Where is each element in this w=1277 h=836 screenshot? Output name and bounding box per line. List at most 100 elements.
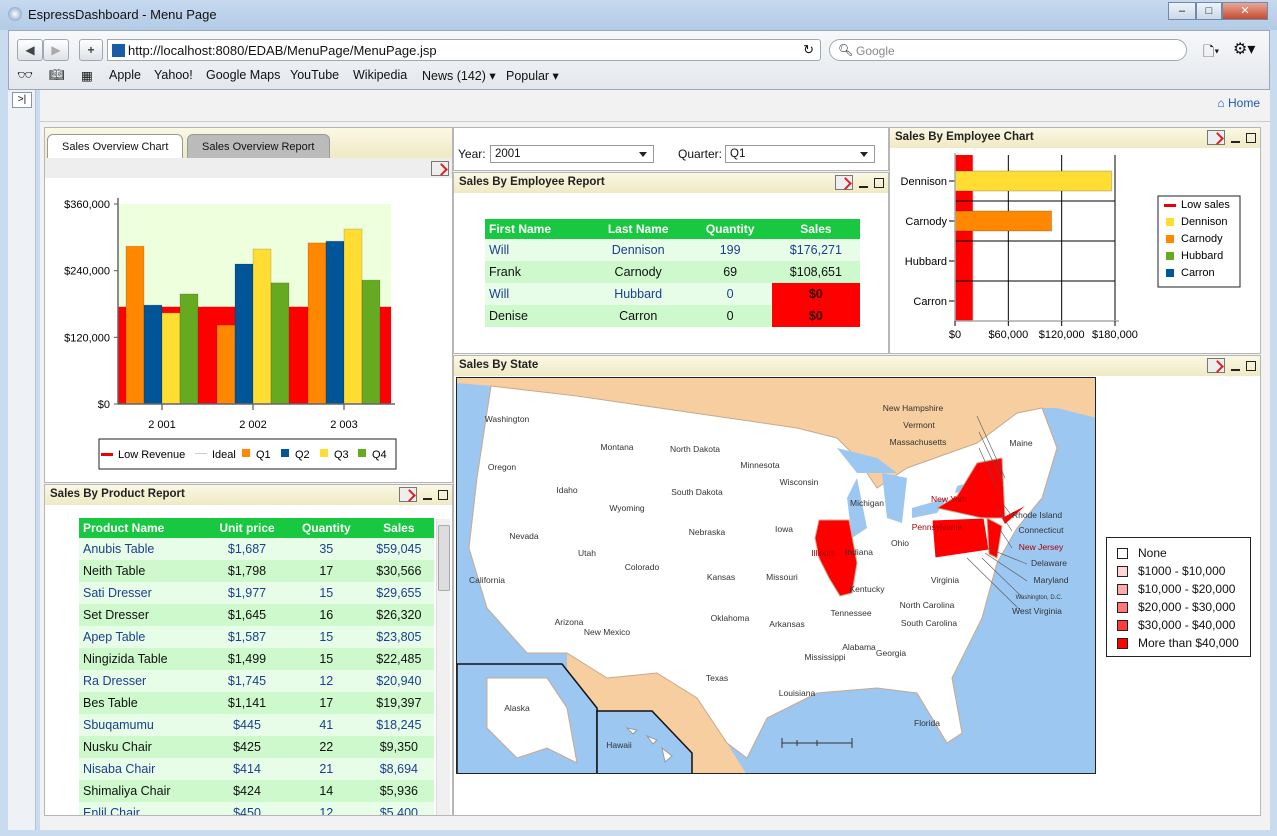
maximize-button[interactable]: □ bbox=[1196, 2, 1222, 20]
table-row: Ra Dresser $1,745 12 $20,940 bbox=[79, 670, 434, 692]
legend-swatch bbox=[242, 449, 250, 457]
x-tick-label: $120,000 bbox=[1039, 329, 1085, 341]
table-cell: $8,694 bbox=[363, 758, 434, 780]
state-label: North Carolina bbox=[900, 600, 955, 610]
search-input[interactable]: 🔍︎ Google bbox=[829, 39, 1187, 61]
table-cell: 17 bbox=[288, 692, 364, 714]
state-label: New Mexico bbox=[584, 627, 631, 637]
legend-swatch bbox=[195, 453, 207, 454]
table-row: Apep Table $1,587 15 $23,805 bbox=[79, 626, 434, 648]
address-bar[interactable]: http://localhost:8080/EDAB/MenuPage/Menu… bbox=[107, 39, 821, 61]
gear-icon[interactable]: ⚙▾ bbox=[1233, 39, 1255, 59]
close-button[interactable]: ✕ bbox=[1222, 2, 1268, 20]
table-cell: 41 bbox=[288, 714, 364, 736]
export-button[interactable] bbox=[835, 175, 853, 190]
legend-label: $30,000 - $40,000 bbox=[1138, 618, 1236, 632]
export-button[interactable] bbox=[1207, 358, 1225, 373]
legend-label: $1000 - $10,000 bbox=[1138, 564, 1226, 578]
table-cell: $450 bbox=[205, 802, 289, 815]
quarter-select[interactable]: Q1 bbox=[725, 145, 875, 163]
table-cell: Nisaba Chair bbox=[79, 758, 206, 780]
home-label: Home bbox=[1227, 96, 1260, 110]
state-label: Texas bbox=[706, 673, 728, 683]
legend-label: Q4 bbox=[372, 449, 387, 461]
tab-sales-overview-chart[interactable]: Sales Overview Chart bbox=[47, 134, 184, 159]
y-tick-label: $120,000 bbox=[64, 332, 110, 344]
bookmark-link[interactable]: Yahoo! bbox=[154, 68, 193, 82]
app-icon bbox=[8, 7, 22, 21]
search-placeholder: Google bbox=[856, 44, 895, 58]
top-sites-icon[interactable]: ▦ bbox=[81, 68, 93, 83]
minimize-panel-button[interactable] bbox=[1231, 368, 1240, 371]
minimize-button[interactable]: – bbox=[1168, 2, 1196, 20]
table-cell: 16 bbox=[288, 604, 364, 626]
table-cell: $22,485 bbox=[363, 648, 434, 670]
bookmark-link[interactable]: Wikipedia bbox=[353, 68, 407, 82]
bookmarks-icon[interactable]: 📖︎ bbox=[49, 68, 65, 83]
forward-button[interactable]: ▶ bbox=[43, 39, 69, 61]
back-button[interactable]: ◀ bbox=[17, 39, 43, 61]
reload-icon[interactable]: ↻ bbox=[803, 42, 814, 58]
x-tick-label: 2 003 bbox=[330, 419, 358, 431]
table-cell: $1,141 bbox=[205, 692, 289, 714]
maximize-panel-button[interactable] bbox=[874, 177, 884, 188]
bookmark-link[interactable]: YouTube bbox=[290, 68, 339, 82]
table-row: Nisaba Chair $414 21 $8,694 bbox=[79, 758, 434, 780]
table-cell: Carnody bbox=[587, 261, 689, 283]
minimize-panel-button[interactable] bbox=[859, 185, 868, 188]
table-cell: $424 bbox=[205, 780, 289, 802]
state-label: Virginia bbox=[931, 575, 959, 585]
browser-toolbar: ◀ ▶ + http://localhost:8080/EDAB/MenuPag… bbox=[8, 30, 1270, 90]
y-tick-label: Dennison bbox=[901, 176, 947, 188]
bookmark-link[interactable]: Google Maps bbox=[206, 68, 280, 82]
export-button[interactable] bbox=[399, 487, 417, 502]
y-tick-label: $240,000 bbox=[64, 266, 110, 278]
legend-item: $20,000 - $30,000 bbox=[1117, 600, 1240, 618]
table-cell: $9,350 bbox=[363, 736, 434, 758]
reader-icon[interactable]: 👓︎ bbox=[17, 68, 33, 83]
y-tick-label: $360,000 bbox=[64, 199, 110, 211]
export-button[interactable] bbox=[1207, 130, 1225, 145]
state-label: Louisiana bbox=[779, 688, 816, 698]
table-cell: Sati Dresser bbox=[79, 582, 206, 604]
bar-q1 bbox=[216, 324, 236, 405]
table-cell: Shimaliya Chair bbox=[79, 780, 206, 802]
maximize-panel-button[interactable] bbox=[438, 489, 448, 500]
scrollbar[interactable] bbox=[436, 519, 450, 815]
table-cell: 12 bbox=[288, 802, 364, 815]
scrollbar-thumb[interactable] bbox=[438, 525, 450, 591]
page-menu-icon[interactable]: 🗋▾ bbox=[1203, 41, 1219, 65]
export-button[interactable] bbox=[431, 161, 449, 176]
us-map[interactable]: Washington Oregon California Nevada Idaho Mon… bbox=[456, 377, 1096, 774]
bookmark-link[interactable]: Apple bbox=[109, 68, 141, 82]
year-select[interactable]: 2001 bbox=[490, 145, 654, 163]
table-cell: Anubis Table bbox=[79, 538, 206, 560]
employee-table: First Name Last Name Quantity Sales Will Denn… bbox=[485, 219, 860, 327]
maximize-panel-button[interactable] bbox=[1246, 132, 1256, 143]
state-label: Wisconsin bbox=[780, 477, 819, 487]
table-row: Frank Carnody 69 $108,651 bbox=[485, 261, 860, 283]
state-label: Connecticut bbox=[1019, 525, 1065, 535]
table-row: Nusku Chair $425 22 $9,350 bbox=[79, 736, 434, 758]
table-cell: $414 bbox=[205, 758, 289, 780]
legend-label: $20,000 - $30,000 bbox=[1138, 600, 1236, 614]
legend-label: None bbox=[1138, 546, 1167, 560]
bookmark-link[interactable]: Popular ▾ bbox=[506, 68, 559, 83]
tab-sales-overview-report[interactable]: Sales Overview Report bbox=[187, 134, 330, 158]
table-cell: 0 bbox=[688, 305, 772, 327]
x-tick-label: $60,000 bbox=[988, 329, 1028, 341]
state-label: Montana bbox=[600, 442, 633, 452]
toolstrip bbox=[45, 158, 452, 178]
table-cell: $19,397 bbox=[363, 692, 434, 714]
home-link[interactable]: ⌂ Home bbox=[1217, 96, 1260, 110]
legend-label: Q2 bbox=[295, 449, 310, 461]
add-bookmark-button[interactable]: + bbox=[79, 39, 103, 61]
maximize-panel-button[interactable] bbox=[1246, 360, 1256, 371]
bookmark-link[interactable]: News (142) ▾ bbox=[422, 68, 496, 83]
table-cell: $1,977 bbox=[205, 582, 289, 604]
table-cell: Hubbard bbox=[587, 283, 689, 305]
minimize-panel-button[interactable] bbox=[423, 497, 432, 500]
expand-sidebar-button[interactable]: >| bbox=[12, 92, 32, 108]
minimize-panel-button[interactable] bbox=[1231, 140, 1240, 143]
table-cell: Neith Table bbox=[79, 560, 206, 582]
